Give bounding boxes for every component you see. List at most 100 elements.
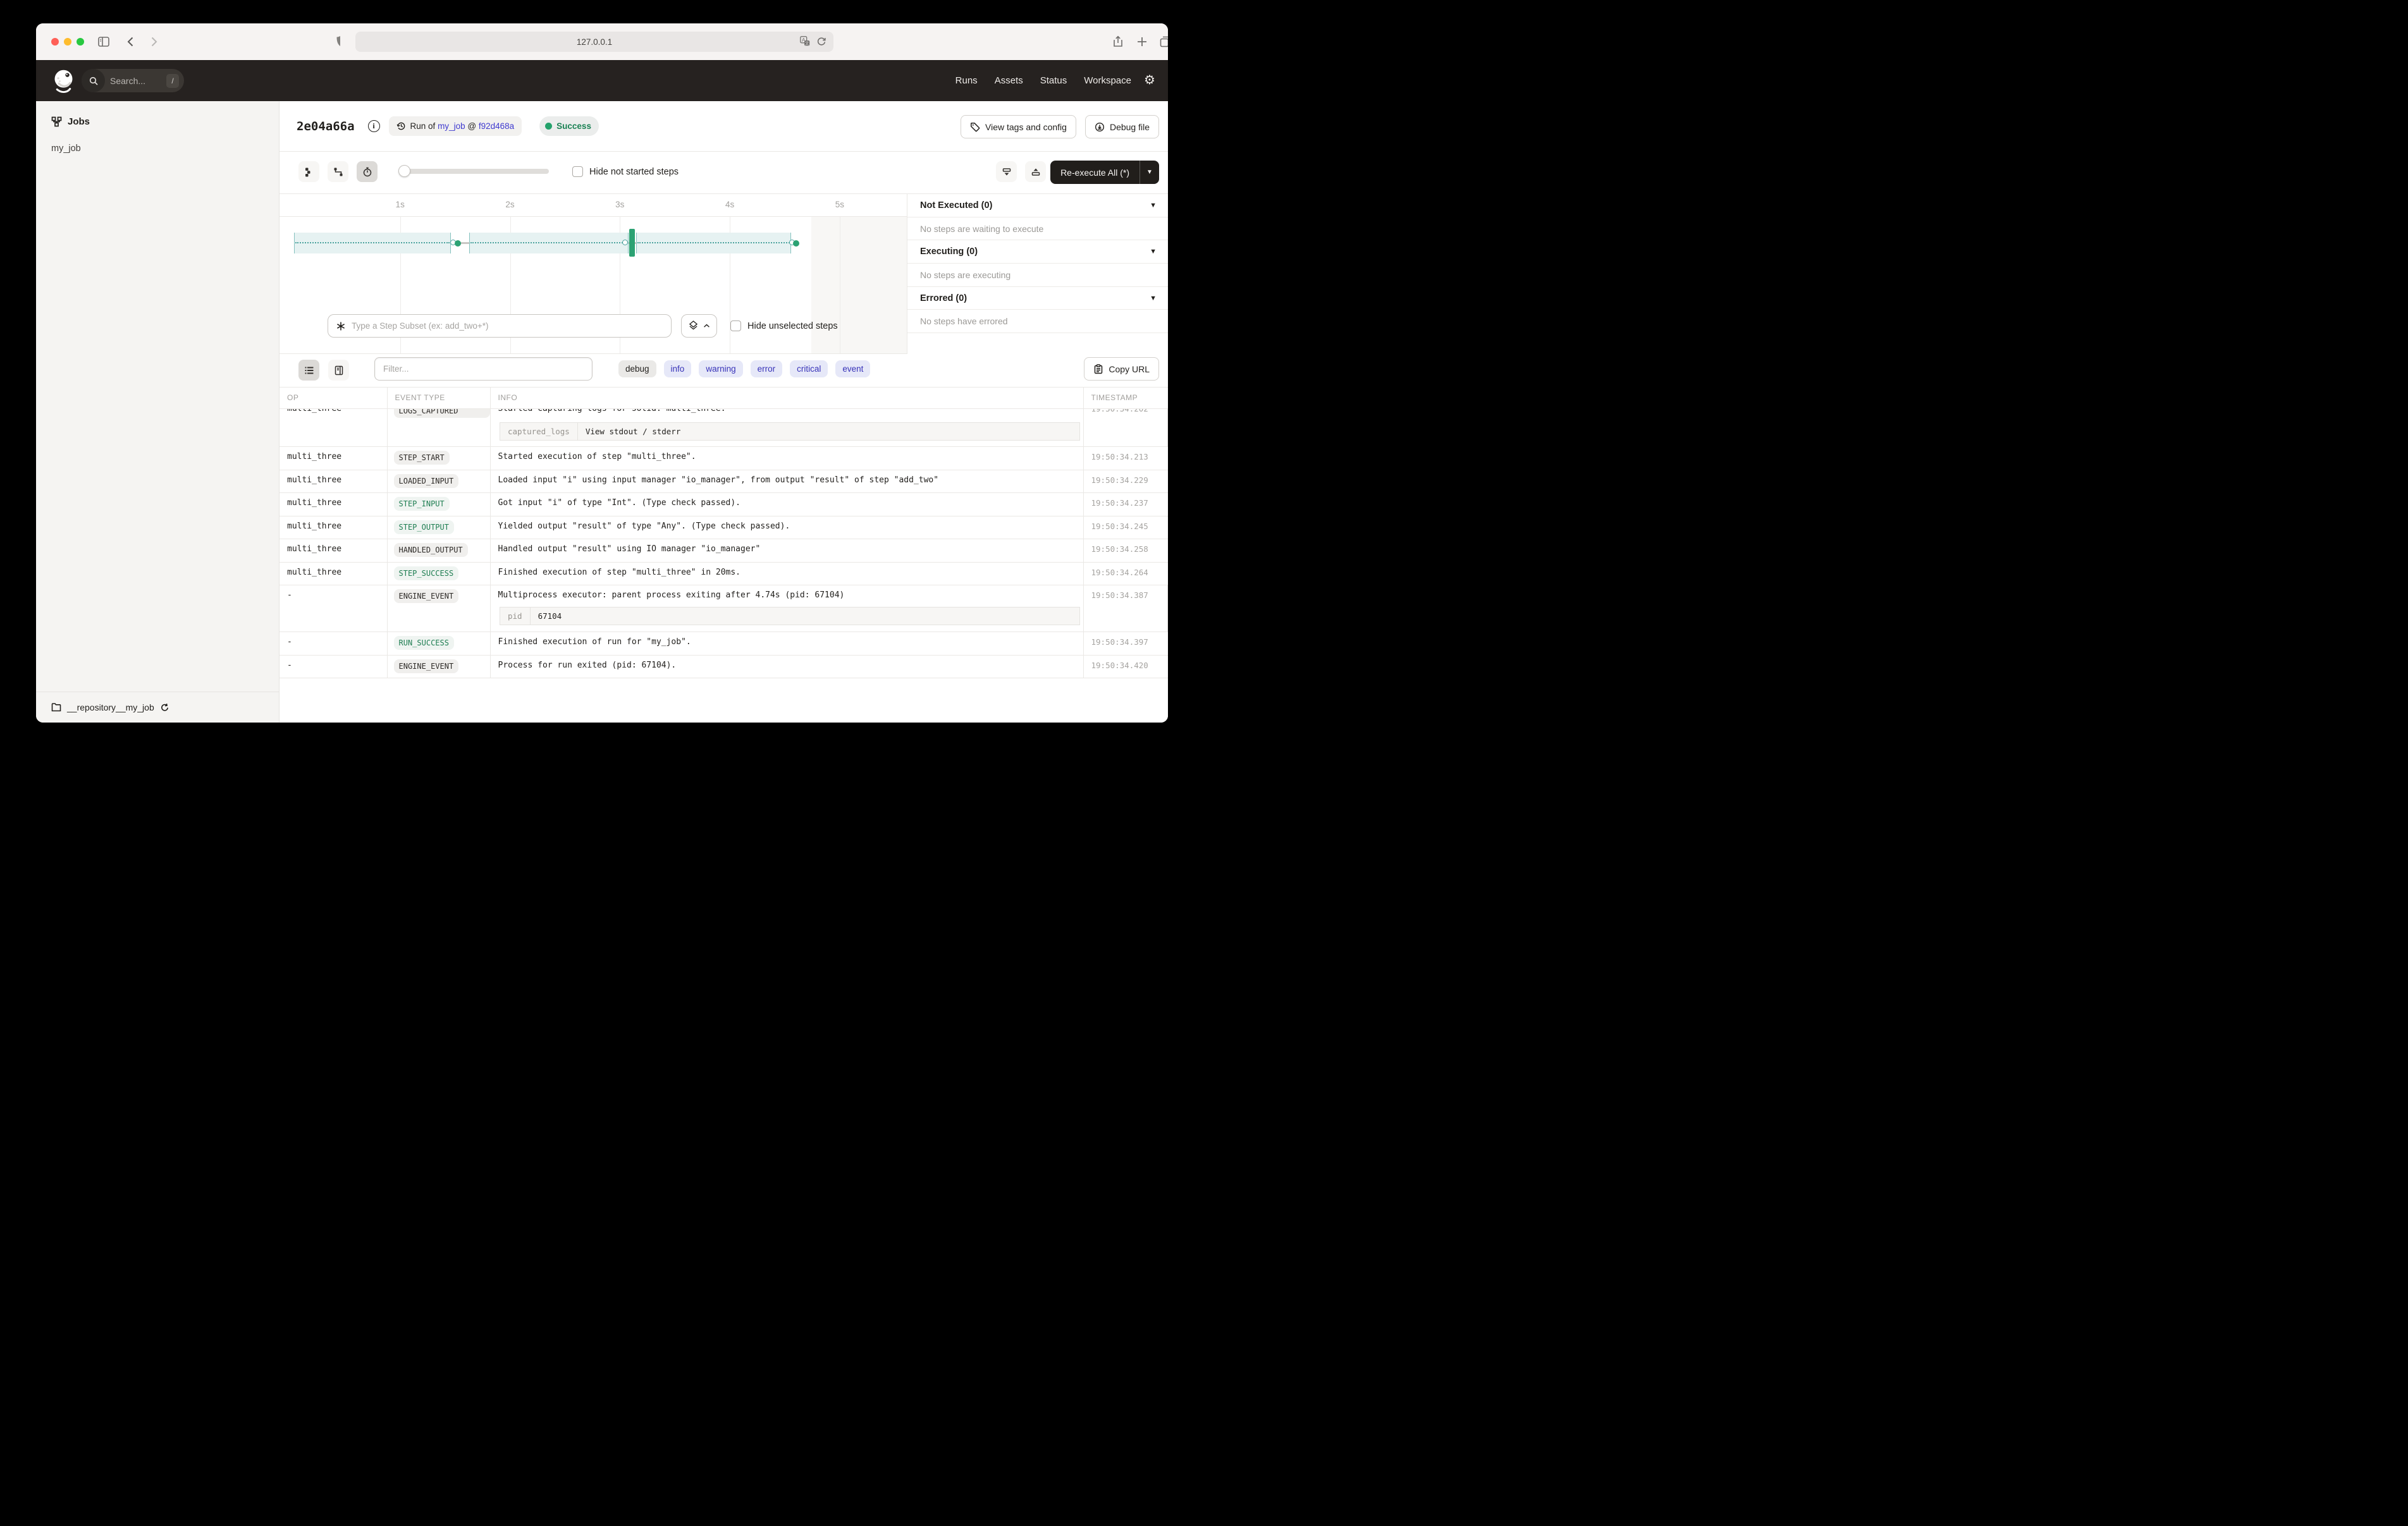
table-row[interactable]: multi_three STEP_SUCCESS Finished execut… xyxy=(280,563,1168,586)
nav-item-workspace[interactable]: Workspace xyxy=(1084,75,1131,86)
log-list-view-button[interactable] xyxy=(298,360,319,381)
log-filter-input[interactable] xyxy=(374,357,593,381)
metadata-label: captured_logs xyxy=(500,423,578,440)
translate-icon[interactable]: A文 xyxy=(799,35,811,49)
minimize-window-button[interactable] xyxy=(64,38,71,46)
run-id: 2e04a66a xyxy=(297,119,355,133)
jobs-icon xyxy=(51,116,62,127)
level-filter-debug[interactable]: debug xyxy=(618,360,656,377)
panel-section-executing[interactable]: Executing (0) ▼ xyxy=(907,240,1168,264)
url-text: 127.0.0.1 xyxy=(577,37,612,47)
dagster-logo[interactable] xyxy=(51,68,77,94)
history-icon xyxy=(396,121,406,131)
hide-unselected-checkbox[interactable] xyxy=(730,320,741,331)
hide-not-started-checkbox[interactable] xyxy=(572,166,583,177)
close-window-button[interactable] xyxy=(51,38,59,46)
collapse-down-button[interactable] xyxy=(996,161,1017,182)
url-bar[interactable]: 127.0.0.1 A文 xyxy=(355,32,833,52)
timed-view-button[interactable] xyxy=(357,161,378,182)
level-filter-info[interactable]: info xyxy=(664,360,692,377)
panel-empty-message: No steps are waiting to execute xyxy=(907,217,1168,241)
gantt-step-bar[interactable] xyxy=(629,229,635,257)
op-selector-icon xyxy=(336,321,346,331)
metadata-table: captured_logs View stdout / stderr xyxy=(500,422,1080,441)
level-filter-warning[interactable]: warning xyxy=(699,360,742,377)
global-search[interactable]: Search... / xyxy=(82,69,184,92)
gantt-waiting-line xyxy=(295,242,450,243)
zoom-slider-knob[interactable] xyxy=(398,165,410,177)
nav-item-status[interactable]: Status xyxy=(1040,75,1067,86)
axis-tick: 5s xyxy=(835,200,844,209)
event-type-badge: STEP_OUTPUT xyxy=(394,520,454,534)
table-row[interactable]: - ENGINE_EVENT Process for run exited (p… xyxy=(280,656,1168,679)
share-icon[interactable] xyxy=(1112,35,1124,48)
reload-repository-icon[interactable] xyxy=(160,703,169,712)
commit-link[interactable]: f92d468a xyxy=(479,121,514,131)
table-row[interactable]: multi_three HANDLED_OUTPUT Handled outpu… xyxy=(280,539,1168,563)
graph-query-toggle-button[interactable] xyxy=(681,314,717,338)
layers-icon xyxy=(689,320,698,331)
nav-item-assets[interactable]: Assets xyxy=(995,75,1023,86)
job-link[interactable]: my_job xyxy=(438,121,465,131)
nav-item-runs[interactable]: Runs xyxy=(955,75,978,86)
event-type-badge: HANDLED_OUTPUT xyxy=(394,543,468,557)
column-header-info: INFO xyxy=(491,388,1084,408)
table-row[interactable]: multi_three LOGS_CAPTURED Started captur… xyxy=(280,409,1168,447)
axis-tick: 3s xyxy=(615,200,624,209)
level-filter-error[interactable]: error xyxy=(751,360,783,377)
step-subset-field xyxy=(328,314,672,338)
waterfall-view-button[interactable] xyxy=(328,161,348,182)
browser-chrome: 127.0.0.1 A文 xyxy=(36,23,1168,60)
flat-view-icon xyxy=(304,167,314,177)
run-header: 2e04a66a i Run of my_job @ f92d468a Succ… xyxy=(280,101,1168,152)
copy-url-button[interactable]: Copy URL xyxy=(1084,357,1159,381)
metadata-label: pid xyxy=(500,607,531,625)
new-tab-icon[interactable] xyxy=(1136,35,1148,48)
sidebar-toggle-icon[interactable] xyxy=(97,35,110,48)
view-stdout-link[interactable]: View stdout / stderr xyxy=(578,423,689,440)
panel-section-not-executed[interactable]: Not Executed (0) ▼ xyxy=(907,194,1168,217)
chevron-down-icon: ▼ xyxy=(1150,248,1157,255)
waterfall-view-icon xyxy=(333,167,343,177)
settings-gear-icon[interactable]: ⚙ xyxy=(1143,73,1157,87)
run-of-text: Run of my_job @ f92d468a xyxy=(410,121,515,131)
panel-section-errored[interactable]: Errored (0) ▼ xyxy=(907,287,1168,310)
reload-icon[interactable] xyxy=(816,35,827,49)
forward-icon[interactable] xyxy=(147,35,160,48)
view-tags-config-button[interactable]: View tags and config xyxy=(961,115,1076,138)
level-filter-event[interactable]: event xyxy=(835,360,870,377)
hide-unselected-control: Hide unselected steps xyxy=(730,320,838,331)
event-type-badge: ENGINE_EVENT xyxy=(394,659,459,673)
back-icon[interactable] xyxy=(125,35,137,48)
gantt-waiting-line xyxy=(470,242,627,243)
table-row[interactable]: multi_three STEP_OUTPUT Yielded output "… xyxy=(280,516,1168,540)
table-row[interactable]: multi_three STEP_START Started execution… xyxy=(280,447,1168,470)
table-row[interactable]: multi_three LOADED_INPUT Loaded input "i… xyxy=(280,470,1168,494)
table-row[interactable]: multi_three STEP_INPUT Got input "i" of … xyxy=(280,493,1168,516)
zoom-slider-track[interactable] xyxy=(398,169,549,174)
sidebar-item-my-job[interactable]: my_job xyxy=(51,143,81,154)
fullscreen-window-button[interactable] xyxy=(77,38,84,46)
run-of-pill: Run of my_job @ f92d468a xyxy=(389,116,522,136)
event-log-table: OP EVENT TYPE INFO TIMESTAMP multi_three… xyxy=(280,387,1168,723)
search-shortcut-key: / xyxy=(166,74,179,88)
step-status-panel: Not Executed (0) ▼ No steps are waiting … xyxy=(907,193,1168,354)
panel-empty-message: No steps are executing xyxy=(907,264,1168,287)
step-subset-input[interactable] xyxy=(352,321,663,331)
metadata-table: pid 67104 xyxy=(500,607,1080,625)
table-row[interactable]: - RUN_SUCCESS Finished execution of run … xyxy=(280,632,1168,656)
table-row[interactable]: - ENGINE_EVENT Multiprocess executor: pa… xyxy=(280,585,1168,632)
tab-overview-icon[interactable] xyxy=(1159,35,1168,48)
flat-view-button[interactable] xyxy=(298,161,319,182)
info-icon[interactable]: i xyxy=(368,120,380,132)
reexecute-all-button[interactable]: Re-execute All (*) xyxy=(1050,161,1140,184)
reexecute-dropdown-button[interactable]: ▼ xyxy=(1140,161,1159,184)
sidebar: Jobs my_job __repository__my_job xyxy=(36,101,280,723)
log-structured-view-button[interactable] xyxy=(328,360,349,381)
event-type-badge: STEP_START xyxy=(394,451,450,465)
debug-file-button[interactable]: Debug file xyxy=(1085,115,1159,138)
expand-up-button[interactable] xyxy=(1025,161,1046,182)
run-status-label: Success xyxy=(556,121,591,131)
list-view-icon xyxy=(304,365,314,375)
level-filter-critical[interactable]: critical xyxy=(790,360,828,377)
